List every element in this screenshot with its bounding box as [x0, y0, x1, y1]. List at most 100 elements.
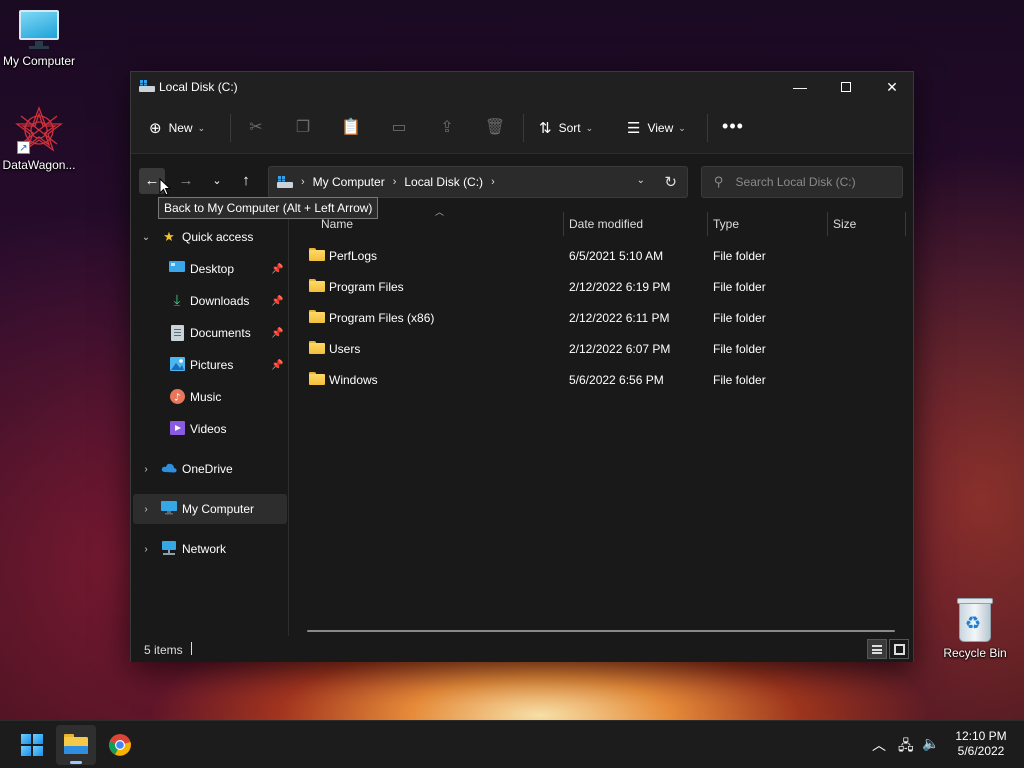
sidebar-item-downloads[interactable]: ⤓ Downloads 📌: [131, 286, 287, 316]
column-divider[interactable]: [827, 212, 828, 236]
datawagon-logo-icon: ↗: [15, 106, 63, 154]
more-options-button[interactable]: •••: [721, 114, 745, 142]
details-view-icon: [872, 645, 882, 654]
new-label: New: [168, 121, 193, 135]
breadcrumb-local-disk[interactable]: Local Disk (C:): [404, 175, 483, 189]
copy-icon[interactable]: ❐: [291, 116, 315, 140]
view-lines-icon: ☰: [627, 120, 641, 137]
folder-icon: [309, 310, 325, 323]
minimize-button[interactable]: —: [777, 72, 823, 102]
column-divider[interactable]: [905, 212, 906, 236]
taskbar-clock[interactable]: 12:10 PM 5/6/2022: [946, 729, 1016, 759]
file-name: Program Files: [329, 280, 404, 294]
sidebar-item-quick-access[interactable]: ⌄ ★ Quick access: [131, 222, 287, 252]
file-name: Windows: [329, 373, 378, 387]
volume-icon[interactable]: 🔈: [922, 735, 939, 752]
sidebar-item-my-computer[interactable]: › My Computer: [133, 494, 287, 524]
column-header-size[interactable]: Size: [833, 212, 903, 236]
star-icon: ★: [163, 229, 175, 244]
up-button[interactable]: ↑: [233, 168, 259, 194]
sidebar-item-network[interactable]: › Network: [131, 534, 287, 564]
file-explorer-icon: [64, 734, 88, 754]
taskbar: ︿ 🖧 🔈 12:10 PM 5/6/2022: [0, 720, 1024, 768]
desktop-icon-label: My Computer: [2, 54, 76, 68]
file-row-program-files[interactable]: Program Files 2/12/2022 6:19 PM File fol…: [299, 272, 899, 302]
file-name: PerfLogs: [329, 249, 378, 263]
toolbar-separator: [523, 114, 524, 142]
command-bar: ⊕ New ⌄ ✂ ❐ 📋 ▭ ⇪ 🗑 ⇅ Sort ⌄ ☰ View ⌄ ••…: [131, 102, 913, 154]
column-divider[interactable]: [563, 212, 564, 236]
view-label: View: [647, 121, 674, 135]
file-row-program-files-x86[interactable]: Program Files (x86) 2/12/2022 6:11 PM Fi…: [299, 303, 899, 333]
taskbar-chrome[interactable]: [100, 725, 140, 765]
file-name: Program Files (x86): [329, 311, 435, 325]
column-divider[interactable]: [707, 212, 708, 236]
delete-icon[interactable]: 🗑: [483, 116, 507, 140]
horizontal-scrollbar[interactable]: [307, 630, 895, 632]
address-bar[interactable]: › My Computer › Local Disk (C:) › ⌄ ↻: [268, 166, 688, 198]
address-history-dropdown-icon[interactable]: ⌄: [637, 175, 645, 186]
details-view-button[interactable]: [867, 639, 887, 659]
sidebar-item-onedrive[interactable]: › OneDrive: [131, 454, 287, 484]
folder-icon: [309, 248, 325, 261]
sidebar-item-label: Pictures: [190, 358, 234, 372]
window-title: Local Disk (C:): [159, 80, 238, 94]
title-bar[interactable]: Local Disk (C:) — ✕: [131, 72, 913, 102]
expand-chevron-right-icon[interactable]: ›: [141, 464, 151, 475]
maximize-button[interactable]: [823, 72, 869, 102]
item-count: 5 items: [144, 643, 183, 657]
recent-locations-button[interactable]: ⌄: [204, 168, 230, 194]
network-status-icon[interactable]: 🖧: [898, 735, 914, 759]
expand-chevron-right-icon[interactable]: ›: [141, 544, 151, 555]
chevron-right-icon[interactable]: ›: [491, 176, 495, 188]
pictures-icon: [169, 357, 185, 373]
expand-chevron-down-icon[interactable]: ⌄: [141, 232, 151, 243]
show-hidden-icons-chevron-icon[interactable]: ︿: [872, 735, 886, 755]
file-date: 2/12/2022 6:19 PM: [569, 280, 671, 294]
cut-icon[interactable]: ✂: [244, 116, 268, 140]
tiles-view-button[interactable]: [889, 639, 909, 659]
file-row-users[interactable]: Users 2/12/2022 6:07 PM File folder: [299, 334, 899, 364]
share-icon[interactable]: ⇪: [435, 116, 459, 140]
forward-button[interactable]: →: [173, 168, 199, 194]
file-row-windows[interactable]: Windows 5/6/2022 6:56 PM File folder: [299, 365, 899, 395]
chevron-down-icon: ⌄: [197, 122, 206, 133]
sidebar-item-label: Downloads: [190, 294, 250, 308]
breadcrumb-my-computer[interactable]: My Computer: [313, 175, 385, 189]
close-button[interactable]: ✕: [869, 72, 915, 102]
desktop-icon-datawagon[interactable]: ↗ DataWagon...: [0, 106, 81, 172]
sort-label: Sort: [558, 121, 581, 135]
pin-icon: 📌: [271, 359, 284, 371]
sort-button[interactable]: ⇅ Sort ⌄: [539, 112, 593, 144]
svg-text:♪: ♪: [174, 393, 180, 404]
sidebar-item-desktop[interactable]: Desktop 📌: [131, 254, 287, 284]
sidebar-item-documents[interactable]: Documents 📌: [131, 318, 287, 348]
taskbar-file-explorer[interactable]: [56, 725, 96, 765]
expand-chevron-right-icon[interactable]: ›: [141, 504, 151, 515]
paste-icon[interactable]: 📋: [339, 116, 363, 140]
search-icon: ⚲: [714, 174, 724, 189]
desktop-icon-my-computer[interactable]: My Computer: [0, 10, 81, 68]
cloud-icon: [161, 461, 177, 477]
start-button[interactable]: [12, 725, 52, 765]
view-button[interactable]: ☰ View ⌄: [627, 112, 686, 144]
file-date: 2/12/2022 6:11 PM: [569, 311, 670, 325]
desktop-icon-recycle-bin[interactable]: ♻ Recycle Bin: [933, 598, 1017, 660]
column-header-type[interactable]: Type: [713, 212, 825, 236]
pin-icon: 📌: [271, 327, 284, 339]
refresh-icon[interactable]: ↻: [664, 173, 677, 191]
new-button[interactable]: ⊕ New ⌄: [149, 112, 205, 144]
sidebar-item-label: Videos: [190, 422, 227, 436]
sidebar-item-videos[interactable]: Videos: [131, 414, 287, 444]
file-row-perflogs[interactable]: PerfLogs 6/5/2021 5:10 AM File folder: [299, 241, 899, 271]
file-date: 5/6/2022 6:56 PM: [569, 373, 664, 387]
sidebar-item-music[interactable]: ♪ Music: [131, 382, 287, 412]
file-date: 6/5/2021 5:10 AM: [569, 249, 664, 263]
sidebar-item-pictures[interactable]: Pictures 📌: [131, 350, 287, 380]
rename-icon[interactable]: ▭: [387, 116, 411, 140]
pin-icon: 📌: [271, 263, 284, 275]
search-placeholder: Search Local Disk (C:): [735, 175, 856, 189]
search-input[interactable]: ⚲ Search Local Disk (C:): [701, 166, 903, 198]
recycle-bin-icon: ♻: [955, 598, 995, 642]
column-header-date[interactable]: Date modified: [569, 212, 705, 236]
